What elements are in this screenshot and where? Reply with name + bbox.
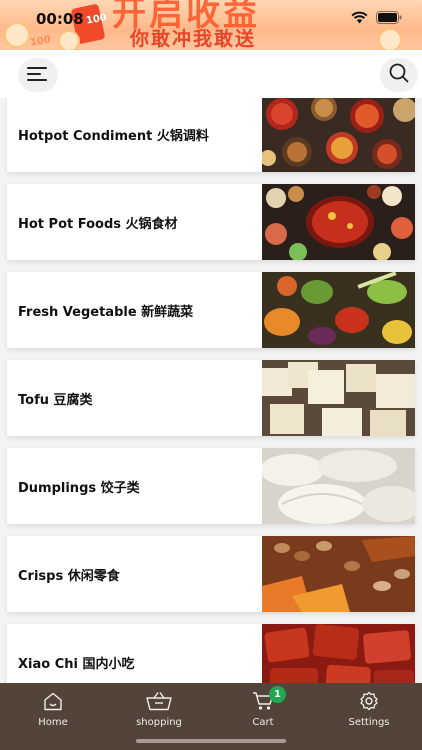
status-time: 00:08 — [36, 10, 84, 28]
tab-shopping[interactable]: shopping — [114, 689, 204, 728]
category-image-tofu-cubes — [262, 360, 415, 436]
cart-icon — [218, 689, 308, 711]
menu-icon — [27, 66, 49, 85]
wifi-icon — [351, 11, 368, 24]
coin-label: 100 — [29, 34, 52, 49]
category-card-hotpot-condiment[interactable]: Hotpot Condiment 火锅调料 — [7, 98, 415, 172]
category-image-spice-bowls — [262, 98, 415, 172]
tab-label: Home — [38, 717, 68, 728]
category-image-dried-meat — [262, 624, 415, 683]
tab-label: shopping — [136, 717, 182, 728]
search-icon — [389, 63, 409, 87]
coin-label: 100 — [85, 12, 108, 27]
top-bar — [0, 50, 422, 98]
search-button[interactable] — [380, 58, 418, 92]
tab-cart[interactable]: 1 Cart — [218, 686, 308, 728]
category-card-dumplings[interactable]: Dumplings 饺子类 — [7, 448, 415, 524]
menu-button[interactable] — [18, 58, 58, 92]
category-image-peanuts-crisps — [262, 536, 415, 612]
gear-icon — [324, 689, 414, 711]
banner-slogan: 你敢冲我敢送 — [130, 28, 257, 50]
coin-graphic — [58, 30, 80, 50]
battery-icon — [376, 11, 402, 24]
category-image-dumplings — [262, 448, 415, 524]
tab-settings[interactable]: Settings — [324, 689, 414, 728]
category-card-xiao-chi[interactable]: Xiao Chi 国内小吃 — [7, 624, 415, 683]
tab-label: Cart — [252, 717, 274, 728]
category-card-tofu[interactable]: Tofu 豆腐类 — [7, 360, 415, 436]
home-indicator — [136, 739, 286, 743]
category-card-fresh-vegetable[interactable]: Fresh Vegetable 新鲜蔬菜 — [7, 272, 415, 348]
tab-home[interactable]: Home — [8, 689, 98, 728]
home-icon — [8, 689, 98, 711]
tab-label: Settings — [348, 717, 390, 728]
category-image-hotpot-spread — [262, 184, 415, 260]
basket-icon — [114, 689, 204, 711]
coin-graphic — [378, 28, 402, 50]
category-list[interactable]: Hotpot Condiment 火锅调料 Hot Pot Foods 火锅食材 — [0, 98, 422, 683]
category-image-vegetables — [262, 272, 415, 348]
coin-graphic — [4, 22, 30, 48]
category-card-hot-pot-foods[interactable]: Hot Pot Foods 火锅食材 — [7, 184, 415, 260]
status-icons — [351, 11, 402, 24]
category-card-crisps[interactable]: Crisps 休闲零食 — [7, 536, 415, 612]
cart-count-badge: 1 — [269, 686, 286, 703]
